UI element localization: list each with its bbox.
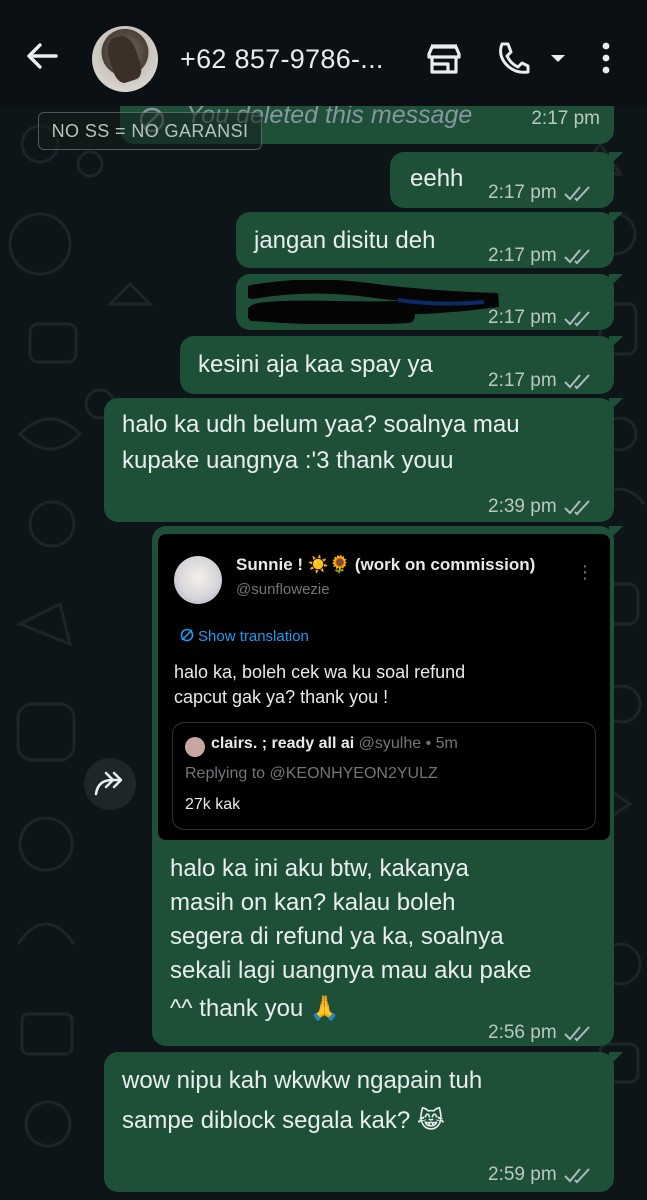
redaction-scribble — [248, 280, 499, 324]
read-ticks-icon — [563, 249, 590, 265]
store-icon[interactable] — [426, 38, 462, 78]
read-ticks-icon — [563, 186, 590, 202]
read-ticks-icon — [563, 1168, 590, 1184]
message-time: 2:17 pm — [488, 182, 557, 203]
quoted-name: clairs. ; ready all ai — [211, 735, 355, 752]
post-more-icon: ⋮ — [576, 562, 594, 582]
message-line: ^^ thank you 🙏 — [170, 995, 340, 1022]
message-line: sekali lagi uangnya mau aku pake — [170, 957, 532, 984]
message-time: 2:17 pm — [488, 307, 557, 328]
message-text: kesini aja kaa spay ya — [198, 351, 433, 378]
embedded-post-screenshot[interactable]: Sunnie ! ☀️🌻 (work on commission) @sunfl… — [158, 534, 610, 840]
post-handle: @sunflowezie — [236, 581, 330, 598]
message-bubble[interactable]: eehh 2:17 pm — [390, 152, 623, 208]
quoted-avatar — [185, 737, 205, 757]
read-ticks-icon — [563, 1026, 590, 1042]
message-line: kupake uangnya :'3 thank youu — [122, 447, 454, 474]
chat-header: +62 857-9786-... — [0, 0, 647, 106]
message-bubble[interactable]: 2:17 pm — [236, 274, 623, 330]
message-bubble[interactable]: wow nipu kah wkwkw ngapain tuh sampe dib… — [104, 1052, 623, 1192]
phone-icon[interactable] — [494, 38, 530, 78]
message-line: masih on kan? kalau boleh — [170, 889, 456, 916]
message-text: jangan disitu deh — [254, 227, 436, 254]
read-ticks-icon — [563, 500, 590, 516]
post-avatar — [174, 556, 222, 604]
message-line: sampe diblock segala kak? 😹 — [122, 1107, 445, 1134]
message-line: wow nipu kah wkwkw ngapain tuh — [122, 1067, 483, 1094]
message-time: 2:39 pm — [488, 496, 557, 517]
message-bubble[interactable]: kesini aja kaa spay ya 2:17 pm — [180, 336, 623, 394]
contact-name[interactable]: +62 857-9786-... — [180, 44, 384, 75]
message-text: eehh — [410, 165, 464, 192]
watermark-label: NO SS = NO GARANSI — [38, 112, 262, 150]
message-time: 2:17 pm — [488, 245, 557, 266]
quoted-handle-time: @syulhe • 5m — [358, 735, 458, 752]
message-line: segera di refund ya ka, soalnya — [170, 923, 504, 950]
avatar[interactable] — [92, 26, 158, 92]
read-ticks-icon — [563, 311, 590, 327]
message-time: 2:59 pm — [488, 1164, 557, 1185]
message-time: 2:17 pm — [531, 108, 600, 129]
back-arrow-icon[interactable] — [22, 36, 62, 76]
post-display-name: Sunnie ! ☀️🌻 (work on commission) — [236, 555, 536, 574]
chevron-down-icon[interactable] — [546, 38, 570, 78]
message-line: halo ka ini aku btw, kakanya — [170, 855, 469, 882]
forward-icon — [94, 771, 123, 796]
message-bubble[interactable]: halo ka udh belum yaa? soalnya mau kupak… — [104, 398, 623, 522]
show-translation-link: Show translation — [180, 628, 309, 645]
message-bubble[interactable]: jangan disitu deh 2:17 pm — [236, 212, 623, 268]
forward-button[interactable] — [84, 758, 136, 810]
message-time: 2:56 pm — [488, 1022, 557, 1043]
quoted-text: 27k kak — [185, 796, 241, 813]
post-text: halo ka, boleh cek wa ku soal refund cap… — [174, 662, 466, 707]
quoted-post: clairs. ; ready all ai @syulhe • 5m Repl… — [172, 722, 596, 830]
message-time: 2:17 pm — [488, 370, 557, 391]
message-line: halo ka udh belum yaa? soalnya mau — [122, 411, 520, 438]
quoted-replying-to: Replying to @KEONHYEON2YULZ — [185, 765, 438, 782]
more-vertical-icon[interactable] — [594, 38, 618, 78]
read-ticks-icon — [563, 374, 590, 390]
translate-icon — [180, 628, 194, 642]
